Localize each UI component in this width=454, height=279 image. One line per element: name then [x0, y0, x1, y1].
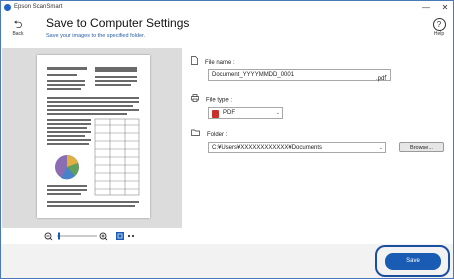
zoom-out-icon[interactable]	[44, 232, 53, 241]
file-name-input[interactable]: Document_YYYYMMDD_0001 ⌄	[208, 69, 391, 81]
epson-app-icon	[4, 4, 11, 11]
help-icon: ?	[432, 18, 446, 31]
folder-icon	[191, 129, 200, 140]
zoom-slider[interactable]	[57, 232, 97, 240]
file-name-label: File name :	[205, 60, 235, 67]
folder-row: Folder :	[191, 129, 227, 140]
page-indicator-dots-icon[interactable]	[127, 234, 135, 238]
page-title: Save to Computer Settings	[46, 16, 190, 30]
fit-to-window-icon[interactable]	[116, 232, 124, 240]
help-button[interactable]: ? Help	[427, 18, 451, 38]
back-label: Back	[12, 31, 24, 37]
folder-input[interactable]: C:¥Users¥XXXXXXXXXXXX¥Documents ⌄	[208, 142, 386, 153]
help-label: Help	[433, 31, 445, 37]
file-icon	[191, 56, 198, 69]
app-window: Epson ScanSmart — ✕ ⮌ Back Save to Compu…	[0, 0, 454, 279]
minimize-button[interactable]: —	[418, 1, 434, 14]
app-title: Epson ScanSmart	[14, 4, 63, 10]
settings-form: File name : Document_YYYYMMDD_0001 ⌄ .pd…	[191, 51, 453, 241]
zoom-toolbar	[2, 228, 182, 244]
title-bar: Epson ScanSmart — ✕	[1, 1, 453, 14]
chevron-down-icon[interactable]: ⌄	[276, 108, 280, 118]
back-arrow-icon: ⮌	[13, 19, 23, 31]
printer-icon	[191, 94, 199, 106]
back-button[interactable]: ⮌ Back	[9, 19, 27, 41]
folder-value: C:¥Users¥XXXXXXXXXXXX¥Documents	[212, 145, 323, 151]
browse-button[interactable]: Browse...	[399, 142, 444, 152]
chevron-down-icon[interactable]: ⌄	[379, 143, 383, 153]
zoom-in-icon[interactable]	[99, 232, 108, 241]
page-subtitle: Save your images to the specified folder…	[46, 33, 146, 39]
file-type-label: File type :	[206, 97, 233, 104]
file-type-row: File type :	[191, 94, 232, 106]
folder-label: Folder :	[207, 132, 228, 139]
scan-preview-pane	[2, 48, 182, 228]
close-button[interactable]: ✕	[437, 1, 453, 14]
pdf-icon	[212, 110, 219, 118]
document-thumbnail-graphic	[47, 67, 140, 207]
scanned-page-thumbnail[interactable]	[37, 55, 150, 218]
file-extension: .pdf	[376, 76, 387, 82]
file-type-select[interactable]: PDF ⌄	[208, 107, 283, 119]
file-type-value: PDF	[223, 110, 235, 116]
file-name-row: File name :	[191, 56, 235, 69]
save-button[interactable]: Save	[385, 253, 441, 270]
file-name-value: Document_YYYYMMDD_0001	[212, 72, 295, 78]
